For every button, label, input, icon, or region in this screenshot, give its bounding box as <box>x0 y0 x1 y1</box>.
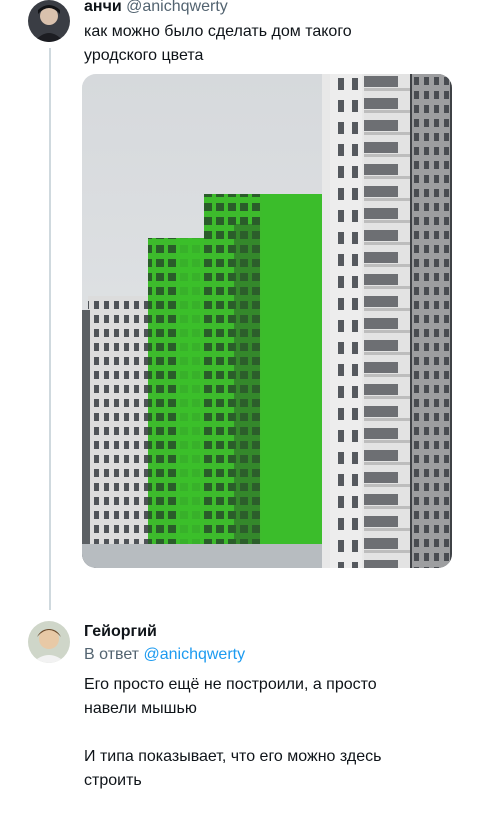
reply-avatar-image <box>28 621 70 663</box>
reply-text-line: строить <box>84 772 142 789</box>
tweet-photo[interactable] <box>82 74 452 568</box>
tweet-header: анчи @anichqwerty <box>84 0 228 17</box>
reply-text-line: И типа показывает, что его можно здесь <box>84 748 382 765</box>
buildings-photo <box>82 74 452 568</box>
tweet-text: как можно было сделать дом такого уродск… <box>84 20 352 68</box>
reply-text: Его просто ещё не построили, а просто на… <box>84 673 381 793</box>
reply-text-line: навели мышью <box>84 700 197 717</box>
author-avatar[interactable] <box>28 0 70 42</box>
avatar-image <box>28 0 70 42</box>
thread-connector-line <box>49 48 51 610</box>
author-handle[interactable]: @anichqwerty <box>126 0 228 15</box>
author-name[interactable]: анчи <box>84 0 122 15</box>
reply-text-line: Его просто ещё не построили, а просто <box>84 676 377 693</box>
reply-prefix: В ответ <box>84 646 140 663</box>
reply-author-name[interactable]: Гейоргий <box>84 623 157 640</box>
reply-mention-link[interactable]: @anichqwerty <box>143 646 245 663</box>
tweet-text-line: как можно было сделать дом такого <box>84 23 352 40</box>
reply-author-avatar[interactable] <box>28 621 70 663</box>
tweet-text-line: уродского цвета <box>84 47 204 64</box>
reply-context: В ответ @anichqwerty <box>84 645 245 665</box>
reply-header: Гейоргий <box>84 622 157 642</box>
